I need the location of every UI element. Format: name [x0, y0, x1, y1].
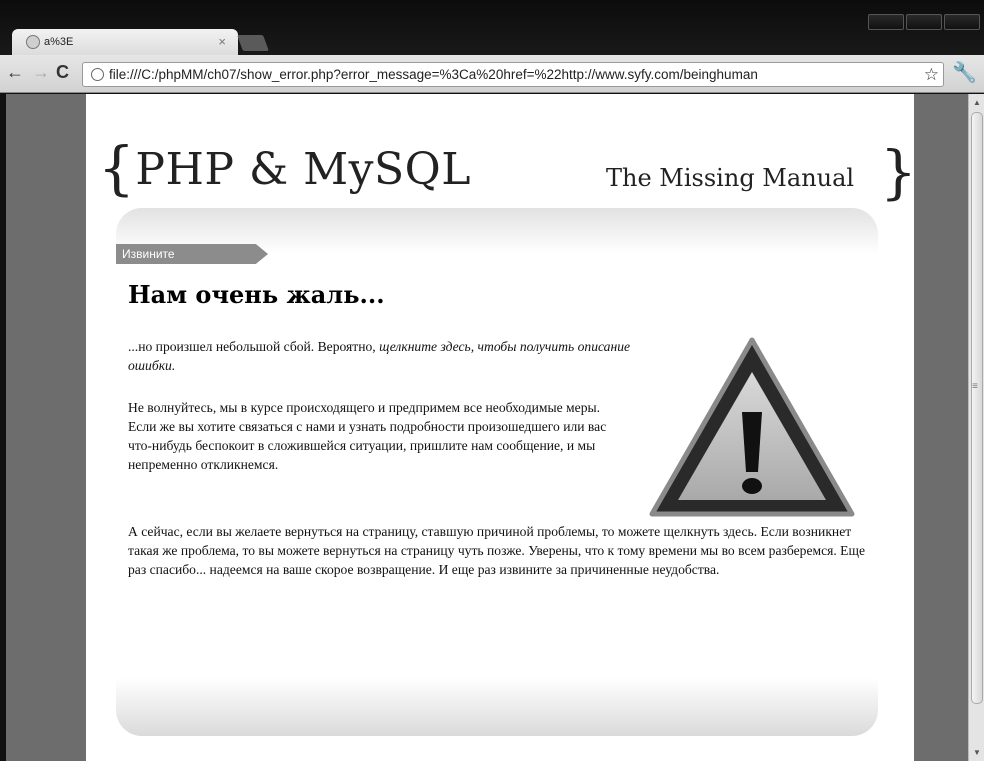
- browser-titlebar: a%3E ×: [0, 0, 984, 58]
- vertical-scrollbar[interactable]: ▲ ≡ ▼: [968, 94, 984, 761]
- right-brace: }: [880, 138, 917, 206]
- section-ribbon: Извините: [116, 244, 268, 264]
- site-title: {PHP & MySQL: [98, 134, 471, 202]
- wrench-icon[interactable]: 🔧: [952, 60, 977, 85]
- globe-icon: [26, 35, 40, 49]
- star-icon[interactable]: ☆: [921, 65, 939, 85]
- minimize-button[interactable]: [868, 14, 904, 30]
- browser-tab[interactable]: a%3E ×: [12, 29, 238, 55]
- error-heading: Нам очень жаль...: [128, 280, 385, 309]
- reload-icon[interactable]: C: [56, 62, 69, 83]
- return-paragraph: А сейчас, если вы желаете вернуться на с…: [128, 524, 865, 577]
- site-subtitle: The Missing Manual: [606, 164, 855, 192]
- tab-title: a%3E: [44, 36, 74, 48]
- error-intro-paragraph: ...но произшел небольшой сбой. Вероятно,…: [128, 337, 648, 375]
- page-content: {PHP & MySQL The Missing Manual } Извини…: [86, 94, 917, 761]
- warning-triangle-icon: [649, 337, 855, 517]
- address-bar[interactable]: file:///C:/phpMM/ch07/show_error.php?err…: [82, 62, 944, 87]
- page-viewport: {PHP & MySQL The Missing Manual } Извини…: [6, 94, 968, 761]
- left-brace: {: [98, 134, 136, 202]
- close-window-button[interactable]: [944, 14, 980, 30]
- scroll-up-icon[interactable]: ▲: [973, 98, 981, 107]
- back-arrow-icon[interactable]: ←: [6, 62, 24, 83]
- scrollbar-thumb[interactable]: [971, 112, 983, 704]
- scrollbar-grip-icon: ≡: [972, 381, 978, 392]
- tab-close-icon[interactable]: ×: [218, 34, 226, 49]
- site-title-text: PHP & MySQL: [135, 144, 471, 195]
- scroll-down-icon[interactable]: ▼: [973, 748, 981, 757]
- browser-toolbar: ← → C file:///C:/phpMM/ch07/show_error.p…: [0, 55, 984, 93]
- forward-arrow-icon[interactable]: →: [32, 62, 50, 83]
- url-text[interactable]: file:///C:/phpMM/ch07/show_error.php?err…: [109, 67, 943, 82]
- reassurance-paragraph: Не волнуйтесь, мы в курсе происходящего …: [128, 400, 607, 472]
- window-controls: [868, 14, 980, 30]
- intro-text: ...но произшел небольшой сбой. Вероятно,: [128, 339, 380, 354]
- maximize-button[interactable]: [906, 14, 942, 30]
- page-info-icon[interactable]: [91, 68, 104, 81]
- new-tab-button[interactable]: [237, 35, 269, 51]
